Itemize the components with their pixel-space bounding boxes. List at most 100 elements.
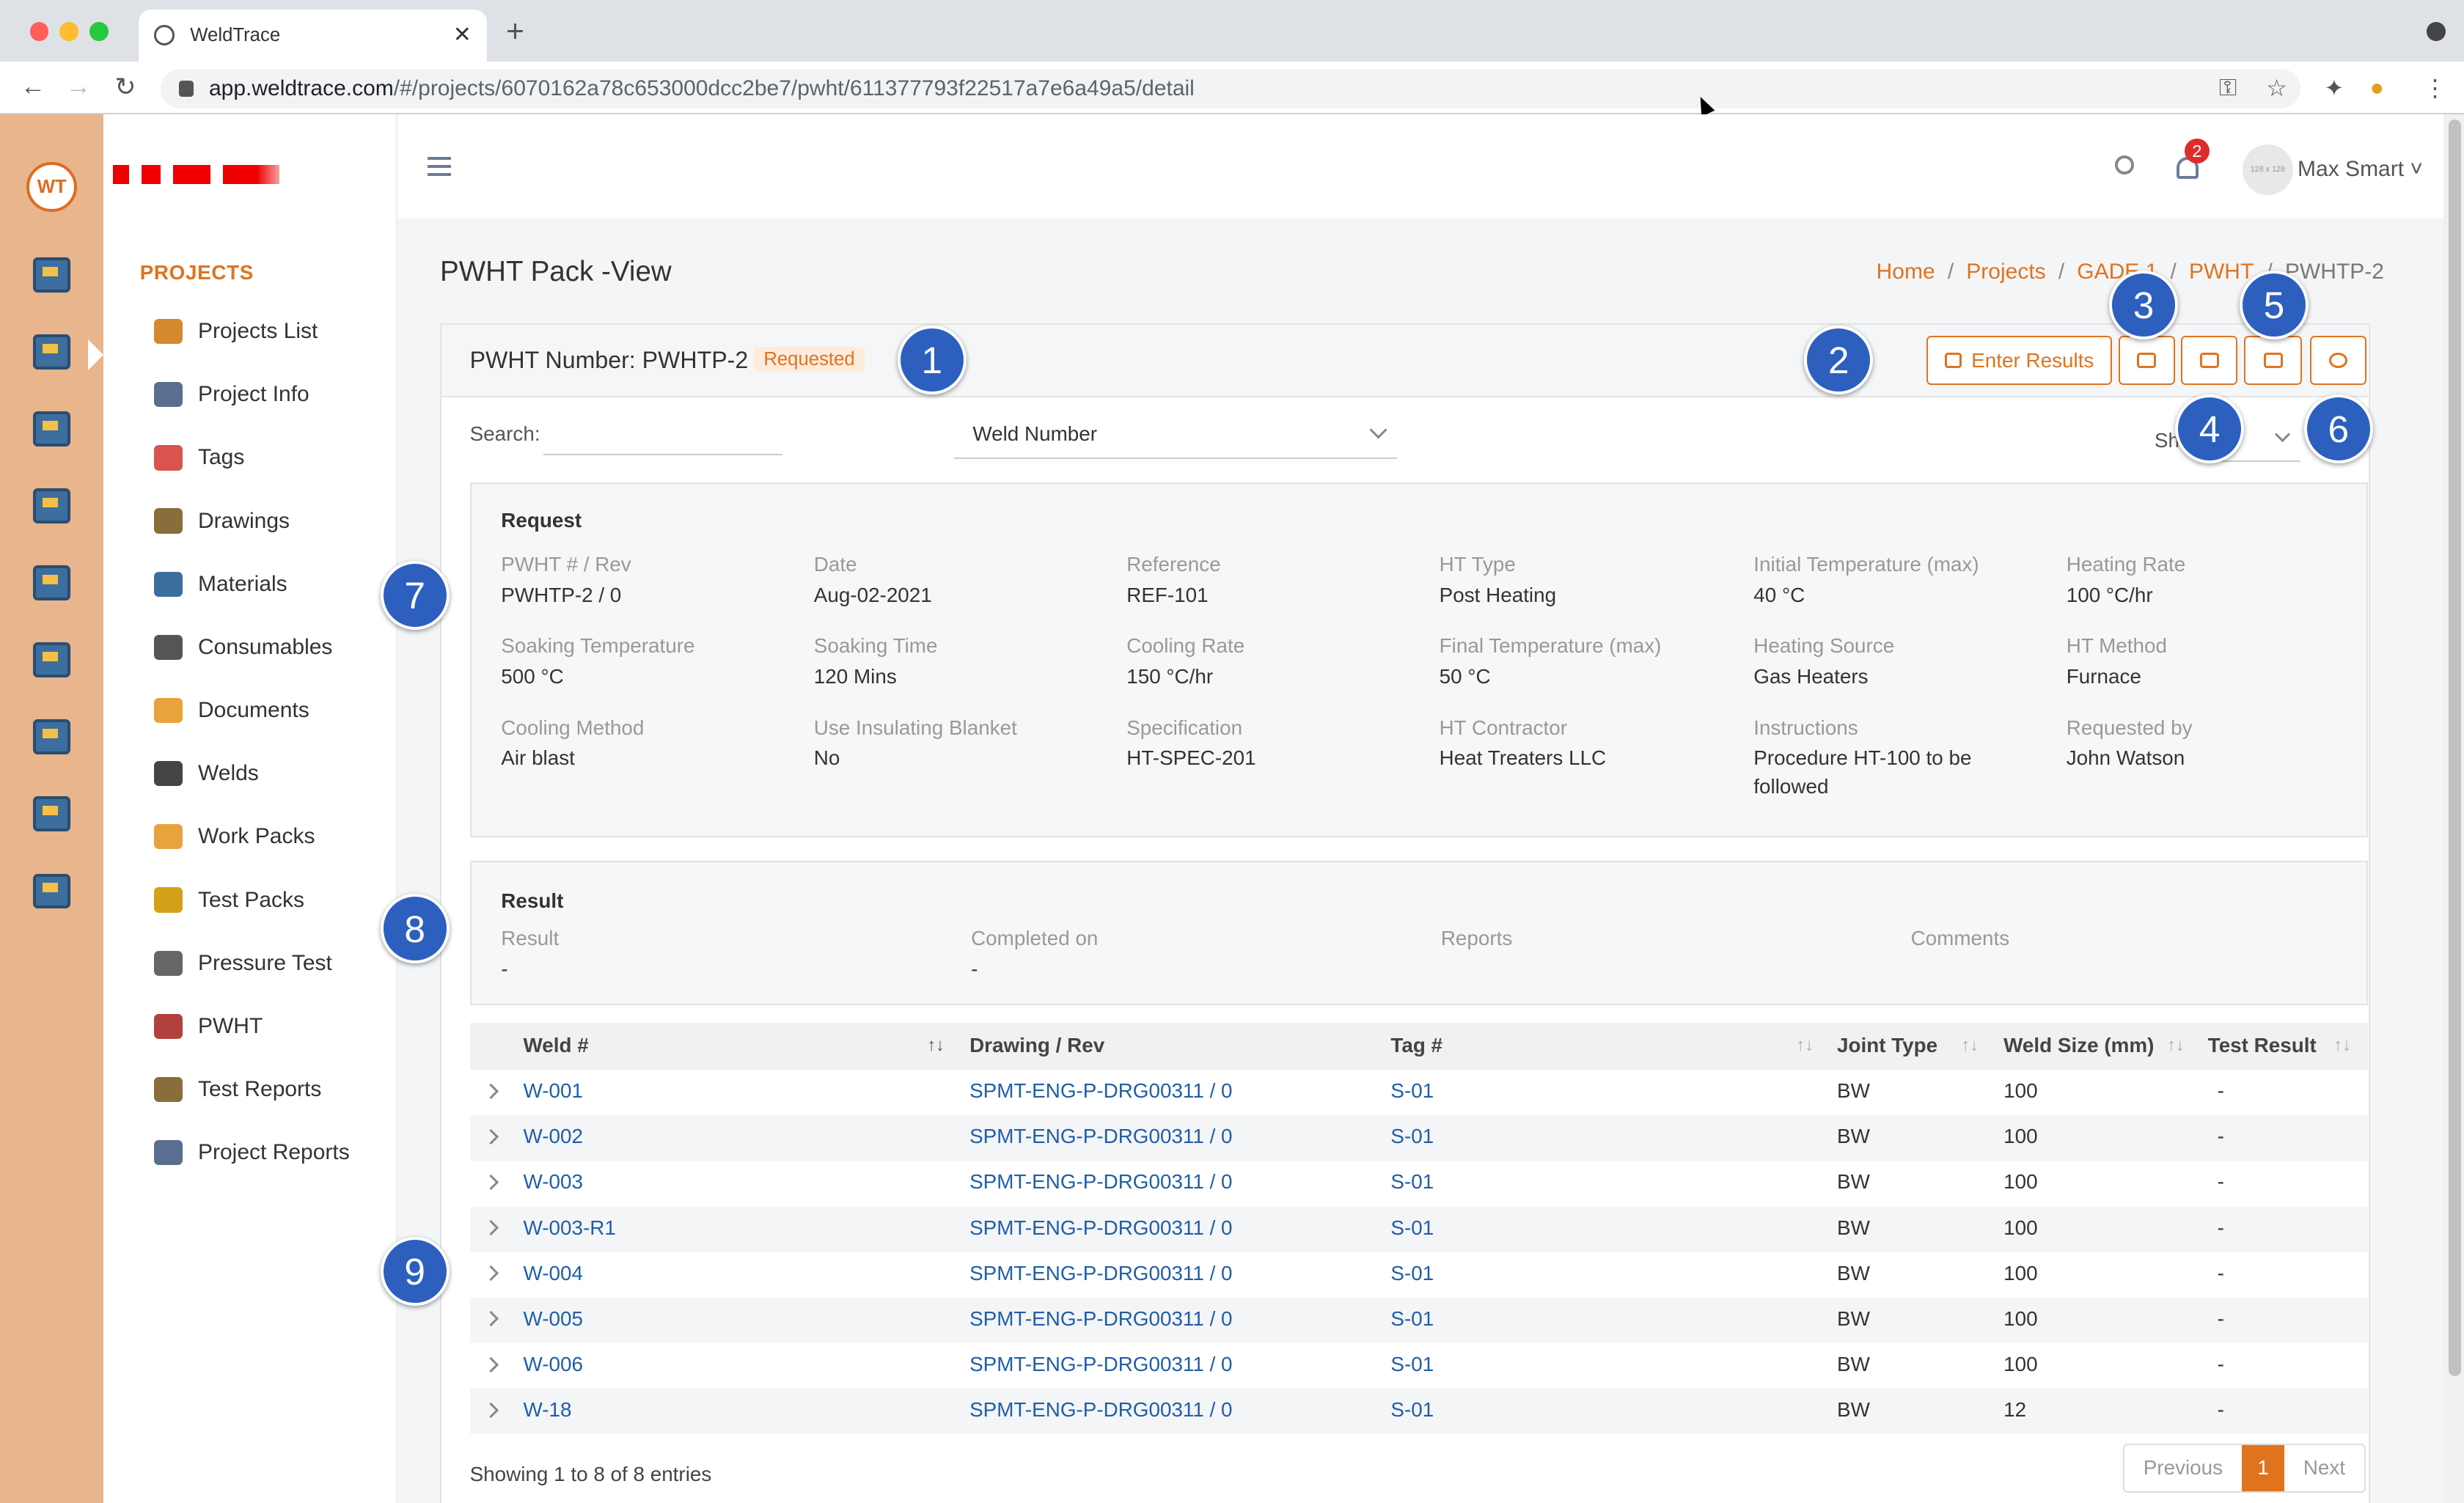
browser-tab[interactable]: WeldTrace ✕ <box>138 9 488 62</box>
key-icon[interactable]: ⚿ <box>2219 74 2237 102</box>
sidebar-item[interactable]: Documents <box>154 695 309 727</box>
table-cell[interactable]: W-003 <box>523 1170 583 1194</box>
user-menu[interactable]: Max Smart ˅ <box>2298 157 2423 182</box>
column-test-result[interactable]: Test Result <box>2208 1034 2317 1057</box>
table-cell[interactable]: S-01 <box>1390 1398 1434 1422</box>
sort-icon[interactable]: ↑↓ <box>1961 1035 1979 1055</box>
column-tag-number[interactable]: Tag # <box>1390 1034 1442 1057</box>
profile-icon[interactable]: ● <box>2370 74 2384 101</box>
settings-clipboard-icon[interactable] <box>33 411 71 447</box>
sort-asc-icon[interactable]: ↑↓ <box>927 1035 945 1055</box>
sidebar-item[interactable]: Project Info <box>154 379 309 411</box>
welder-icon[interactable] <box>33 488 71 523</box>
weldtrace-logo[interactable]: WT <box>26 161 77 213</box>
print-preview-button[interactable] <box>2118 336 2175 385</box>
table-cell[interactable]: S-01 <box>1390 1216 1434 1240</box>
column-weld-size[interactable]: Weld Size (mm) <box>2003 1034 2154 1057</box>
sidebar-item[interactable]: Consumables <box>154 631 332 663</box>
table-cell[interactable]: SPMT-ENG-P-DRG00311 / 0 <box>969 1307 1232 1331</box>
table-row[interactable]: W-001 SPMT-ENG-P-DRG00311 / 0 S-01 BW 100 - <box>470 1070 2369 1115</box>
sidebar-item[interactable]: Materials <box>154 568 287 600</box>
browser-menu-icon[interactable]: ⋮ <box>2424 74 2447 102</box>
search-field-select[interactable]: Weld Number <box>953 415 1397 459</box>
sidebar-item[interactable]: Work Packs <box>154 821 315 853</box>
address-bar[interactable]: app.weldtrace.com /#/projects/6070162a78… <box>160 69 2301 109</box>
table-row[interactable]: W-006 SPMT-ENG-P-DRG00311 / 0 S-01 BW 100 - <box>470 1343 2369 1389</box>
certificate-icon[interactable] <box>33 873 71 908</box>
expand-chevron-icon[interactable] <box>483 1128 499 1144</box>
sort-icon[interactable]: ↑↓ <box>1796 1035 1814 1055</box>
table-cell[interactable]: SPMT-ENG-P-DRG00311 / 0 <box>969 1398 1232 1422</box>
organization-icon[interactable] <box>33 565 71 600</box>
sidebar-item[interactable]: Welds <box>154 758 259 790</box>
sidebar-item[interactable]: Project Reports <box>154 1137 350 1169</box>
breadcrumb-pwht[interactable]: PWHT <box>2189 260 2254 284</box>
minimize-window-button[interactable] <box>59 22 79 41</box>
dashboard-monitor-icon[interactable] <box>33 257 71 293</box>
sidebar-item[interactable]: Test Packs <box>154 884 304 916</box>
close-window-button[interactable] <box>29 22 49 41</box>
sort-icon[interactable]: ↑↓ <box>2167 1035 2185 1055</box>
tab-search-icon[interactable] <box>2426 22 2446 41</box>
print-button[interactable] <box>2181 336 2238 385</box>
sidebar-item[interactable]: Test Reports <box>154 1074 321 1106</box>
expand-chevron-icon[interactable] <box>483 1083 499 1099</box>
table-cell[interactable]: S-01 <box>1390 1353 1434 1376</box>
table-cell[interactable]: S-01 <box>1390 1170 1434 1194</box>
table-cell[interactable]: W-003-R1 <box>523 1216 615 1240</box>
sidebar-item[interactable]: Tags <box>154 442 244 474</box>
menu-toggle-icon[interactable] <box>427 157 452 176</box>
table-cell[interactable]: S-01 <box>1390 1307 1434 1331</box>
table-cell[interactable]: W-002 <box>523 1125 583 1148</box>
table-cell[interactable]: W-005 <box>523 1307 583 1331</box>
search-icon[interactable] <box>2115 155 2135 174</box>
table-cell[interactable]: S-01 <box>1390 1079 1434 1103</box>
sidebar-item[interactable]: Projects List <box>154 316 318 348</box>
search-input[interactable] <box>543 414 783 456</box>
expand-chevron-icon[interactable] <box>483 1356 499 1372</box>
extensions-puzzle-icon[interactable]: ✦ <box>2324 74 2344 102</box>
presentation-chart-icon[interactable] <box>33 642 71 677</box>
previous-page-button[interactable]: Previous <box>2124 1445 2242 1491</box>
schedule-report-icon[interactable] <box>33 796 71 831</box>
breadcrumb-home[interactable]: Home <box>1877 260 1935 284</box>
breadcrumb-projects[interactable]: Projects <box>1966 260 2045 284</box>
page-1-button[interactable]: 1 <box>2241 1445 2285 1491</box>
team-icon[interactable] <box>33 719 71 754</box>
table-cell[interactable]: S-01 <box>1390 1262 1434 1285</box>
column-joint-type[interactable]: Joint Type <box>1837 1034 1937 1057</box>
table-cell[interactable]: S-01 <box>1390 1125 1434 1148</box>
forward-arrow-icon[interactable]: → <box>66 73 91 101</box>
projects-folder-icon[interactable] <box>33 334 71 370</box>
new-tab-button[interactable]: + <box>506 14 524 50</box>
sidebar-item[interactable]: PWHT <box>154 1010 263 1042</box>
enter-results-button[interactable]: Enter Results <box>1926 336 2113 385</box>
table-row[interactable]: W-003 SPMT-ENG-P-DRG00311 / 0 S-01 BW 100 - <box>470 1161 2369 1207</box>
expand-chevron-icon[interactable] <box>483 1402 499 1418</box>
back-arrow-icon[interactable]: ← <box>21 73 45 101</box>
sidebar-item[interactable]: Drawings <box>154 505 290 537</box>
bookmark-star-icon[interactable]: ☆ <box>2266 74 2287 102</box>
expand-chevron-icon[interactable] <box>483 1174 499 1191</box>
close-tab-icon[interactable]: ✕ <box>453 22 472 48</box>
table-row[interactable]: W-18 SPMT-ENG-P-DRG00311 / 0 S-01 BW 12 - <box>469 1389 2369 1435</box>
table-row[interactable]: W-004 SPMT-ENG-P-DRG00311 / 0 S-01 BW 100 - <box>470 1252 2369 1298</box>
table-cell[interactable]: W-18 <box>523 1398 571 1422</box>
next-page-button[interactable]: Next <box>2284 1445 2364 1491</box>
sidebar-item[interactable]: Pressure Test <box>154 947 332 979</box>
expand-chevron-icon[interactable] <box>483 1219 499 1236</box>
table-cell[interactable]: W-006 <box>523 1353 583 1376</box>
avatar[interactable]: 128 x 128 <box>2243 144 2293 195</box>
table-cell[interactable]: SPMT-ENG-P-DRG00311 / 0 <box>969 1216 1232 1240</box>
table-cell[interactable]: SPMT-ENG-P-DRG00311 / 0 <box>969 1170 1232 1194</box>
edit-button[interactable] <box>2244 336 2303 385</box>
table-cell[interactable]: SPMT-ENG-P-DRG00311 / 0 <box>969 1262 1232 1285</box>
expand-chevron-icon[interactable] <box>483 1265 499 1282</box>
table-cell[interactable]: SPMT-ENG-P-DRG00311 / 0 <box>969 1353 1232 1376</box>
table-cell[interactable]: W-001 <box>523 1079 583 1103</box>
table-cell[interactable]: W-004 <box>523 1262 583 1285</box>
expand-chevron-icon[interactable] <box>483 1311 499 1327</box>
maximize-window-button[interactable] <box>89 22 109 41</box>
column-weld-number[interactable]: Weld # <box>523 1034 588 1057</box>
table-row[interactable]: W-005 SPMT-ENG-P-DRG00311 / 0 S-01 BW 100 - <box>469 1297 2369 1344</box>
